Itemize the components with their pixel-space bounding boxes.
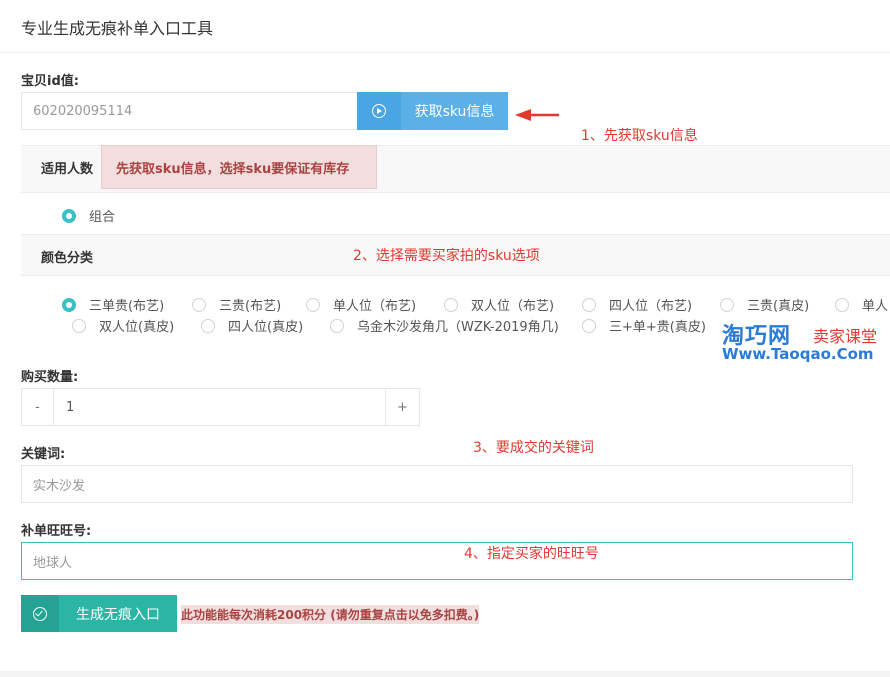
color-option-label: 三+单+贵(真皮) [609, 320, 706, 335]
color-option[interactable]: 双人位(真皮) [72, 316, 174, 335]
color-option[interactable]: 三贵(真皮) [720, 295, 809, 314]
radio-icon [306, 297, 320, 312]
color-option[interactable]: 四人位（布艺) [582, 295, 692, 314]
quantity-label: 购买数量: [21, 370, 79, 385]
item-id-input[interactable]: 602020095114 [21, 92, 358, 130]
quantity-plus-button[interactable]: + [386, 389, 419, 425]
footer-divider [0, 671, 890, 677]
color-option[interactable]: 三+单+贵(真皮) [582, 316, 706, 335]
radio-icon [192, 297, 206, 312]
quantity-stepper: - 1 + [21, 388, 420, 426]
color-label: 颜色分类 [41, 251, 94, 266]
radio-icon [201, 318, 215, 333]
radio-selected-icon [62, 297, 76, 312]
radio-icon [582, 318, 596, 333]
wangwang-input[interactable]: 地球人 [21, 542, 853, 580]
keyword-input[interactable]: 实木沙发 [21, 465, 853, 503]
color-option[interactable]: 单人位（布艺) [306, 295, 416, 314]
radio-icon [330, 318, 344, 333]
color-option-label: 三贵(真皮) [747, 299, 810, 314]
annotation-step4: 4、指定买家的旺旺号 [464, 546, 599, 562]
fetch-sku-label: 获取sku信息 [414, 104, 495, 120]
fetch-sku-button[interactable]: 获取sku信息 [357, 92, 508, 130]
item-id-label: 宝贝id值: [21, 74, 79, 89]
color-option-label: 单人 [862, 299, 889, 314]
generate-entry-label: 生成无痕入口 [76, 606, 160, 623]
color-option-label: 四人位（布艺) [609, 299, 693, 314]
radio-selected-icon [62, 208, 76, 223]
annotation-step3: 3、要成交的关键词 [473, 440, 594, 456]
color-option-label: 三单贵(布艺) [89, 299, 165, 314]
keyword-label: 关键词: [21, 447, 66, 462]
color-option-label: 单人位（布艺) [333, 299, 417, 314]
annotation-step1: 1、先获取sku信息 [581, 128, 698, 144]
color-option[interactable]: 双人位（布艺) [444, 295, 554, 314]
color-option-label: 双人位(真皮) [99, 320, 175, 335]
radio-icon [582, 297, 596, 312]
generate-entry-button[interactable]: 生成无痕入口 [21, 595, 177, 632]
color-option-label: 乌金木沙发角几（WZK-2019角几) [357, 320, 559, 335]
radio-icon [72, 318, 86, 333]
title-divider [0, 52, 890, 53]
page-title: 专业生成无痕补单入口工具 [21, 19, 214, 38]
watermark-url: Www.Taoqao.Com [722, 345, 874, 363]
wangwang-label: 补单旺旺号: [21, 524, 92, 539]
color-option-label: 三贵(布艺) [219, 299, 282, 314]
color-option[interactable]: 单人 [835, 295, 888, 314]
persons-option-label: 组合 [89, 210, 116, 225]
quantity-input[interactable]: 1 [53, 389, 386, 425]
color-option-label: 双人位（布艺) [471, 299, 555, 314]
watermark-tag: 卖家课堂 [813, 327, 878, 346]
sku-warning: 先获取sku信息，选择sku要保证有库存 [101, 145, 377, 189]
cost-note: 此功能能每次消耗200积分 (请勿重复点击以免多扣费。) [181, 605, 480, 624]
radio-icon [720, 297, 734, 312]
radio-icon [835, 297, 849, 312]
wangwang-placeholder: 地球人 [33, 555, 73, 571]
play-circle-icon [357, 92, 401, 130]
item-id-value: 602020095114 [33, 103, 133, 119]
arrow-left-icon [515, 109, 559, 121]
color-option[interactable]: 三贵(布艺) [192, 295, 281, 314]
color-option[interactable]: 四人位(真皮) [201, 316, 303, 335]
annotation-step2: 2、选择需要买家拍的sku选项 [353, 248, 540, 264]
color-option[interactable]: 乌金木沙发角几（WZK-2019角几) [330, 316, 559, 335]
color-option[interactable]: 三单贵(布艺) [62, 295, 164, 314]
persons-label: 适用人数 [41, 162, 94, 177]
check-circle-icon [21, 595, 59, 632]
keyword-placeholder: 实木沙发 [33, 478, 86, 494]
persons-option-combo[interactable]: 组合 [62, 206, 115, 225]
radio-icon [444, 297, 458, 312]
quantity-minus-button[interactable]: - [22, 389, 53, 425]
color-option-label: 四人位(真皮) [228, 320, 304, 335]
